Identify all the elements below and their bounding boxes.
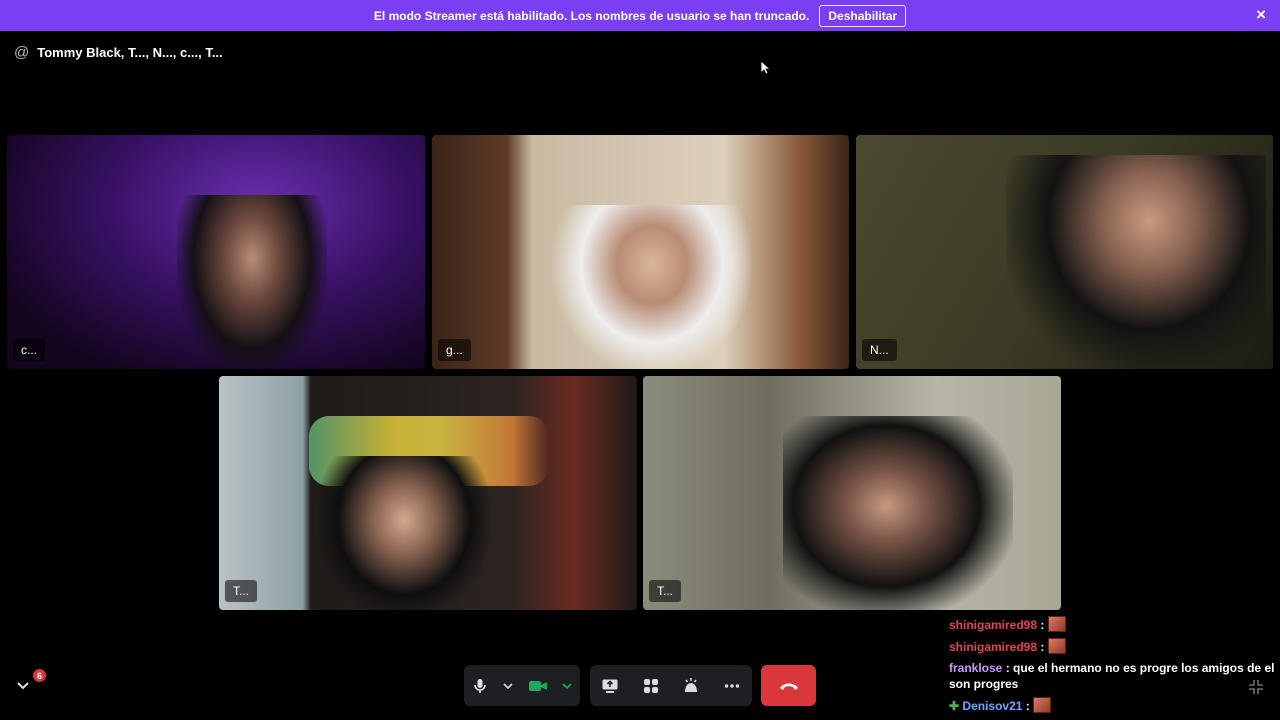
chat-message: shinigamired98 : [949, 616, 1276, 633]
camera-icon [528, 680, 547, 691]
audio-video-controls [464, 665, 580, 706]
participant-silhouette [552, 205, 752, 369]
at-icon: @ [14, 44, 30, 61]
microphone-icon [473, 678, 486, 693]
mouse-cursor-icon [760, 60, 770, 75]
emote-icon [1033, 697, 1052, 713]
expand-participants-button[interactable] [14, 676, 32, 699]
disable-streamer-mode-button[interactable]: Deshabilitar [819, 4, 907, 27]
soundboard-button[interactable] [682, 677, 700, 695]
chat-message: shinigamired98 : [949, 638, 1276, 655]
video-tile[interactable]: g... [432, 135, 849, 369]
video-tile-active-speaker[interactable]: N... [856, 135, 1273, 369]
streamer-mode-banner: El modo Streamer está habilitado. Los no… [0, 0, 1280, 31]
stream-chat-overlay: shinigamired98 : shinigamired98 : frankl… [946, 616, 1276, 719]
participant-name: T... [649, 580, 682, 602]
call-actions [590, 665, 752, 706]
call-header: @ Tommy Black, T..., N..., c..., T... [14, 44, 223, 61]
participant-name: c... [13, 339, 46, 361]
collapse-icon [1249, 680, 1263, 694]
close-icon[interactable]: × [1256, 6, 1266, 24]
chat-username: Denisov21 [962, 699, 1023, 713]
screen-share-icon [602, 679, 618, 693]
chat-message: franklose : que el hermano no es progre … [949, 660, 1276, 692]
chat-separator: : [1005, 661, 1010, 675]
chat-separator: : [1040, 640, 1045, 654]
participant-silhouette [177, 195, 327, 369]
collapse-fullscreen-button[interactable] [1247, 678, 1265, 701]
participant-silhouette [1006, 155, 1266, 369]
emote-icon [1047, 616, 1066, 632]
more-options-button[interactable] [723, 677, 741, 695]
chat-separator: : [1025, 699, 1030, 713]
call-title: Tommy Black, T..., N..., c..., T... [37, 45, 223, 60]
more-icon [724, 683, 739, 688]
chevron-down-icon [17, 682, 29, 690]
activities-icon [643, 678, 658, 693]
emote-icon [1047, 638, 1066, 654]
badge-plus-icon: ✚ [949, 699, 960, 713]
chat-username: shinigamired98 [949, 640, 1038, 654]
hang-up-button[interactable] [761, 665, 816, 706]
camera-button[interactable] [528, 678, 548, 694]
microphone-button[interactable] [471, 677, 489, 695]
video-tile[interactable]: T... [643, 376, 1061, 610]
chat-username: shinigamired98 [949, 618, 1038, 632]
participant-silhouette [319, 456, 489, 610]
soundboard-icon [685, 677, 698, 692]
video-tile[interactable]: T... [219, 376, 637, 610]
screen-share-button[interactable] [601, 677, 619, 695]
banner-message: El modo Streamer está habilitado. Los no… [373, 8, 810, 23]
microphone-options-button[interactable] [502, 680, 514, 692]
video-tile[interactable]: c... [7, 135, 425, 369]
participant-name: T... [225, 580, 258, 602]
participant-name: g... [438, 339, 471, 361]
chat-separator: : [1040, 618, 1045, 632]
chevron-down-icon [503, 682, 513, 689]
chat-username: franklose [949, 661, 1003, 675]
participant-name: N... [862, 339, 897, 361]
activities-button[interactable] [642, 677, 660, 695]
chevron-down-icon [562, 682, 572, 689]
camera-options-button[interactable] [561, 680, 573, 692]
hang-up-icon [779, 683, 798, 690]
notification-badge: 6 [33, 669, 46, 682]
chat-message: ✚ Denisov21 : [949, 697, 1276, 714]
participant-silhouette [783, 416, 1013, 610]
